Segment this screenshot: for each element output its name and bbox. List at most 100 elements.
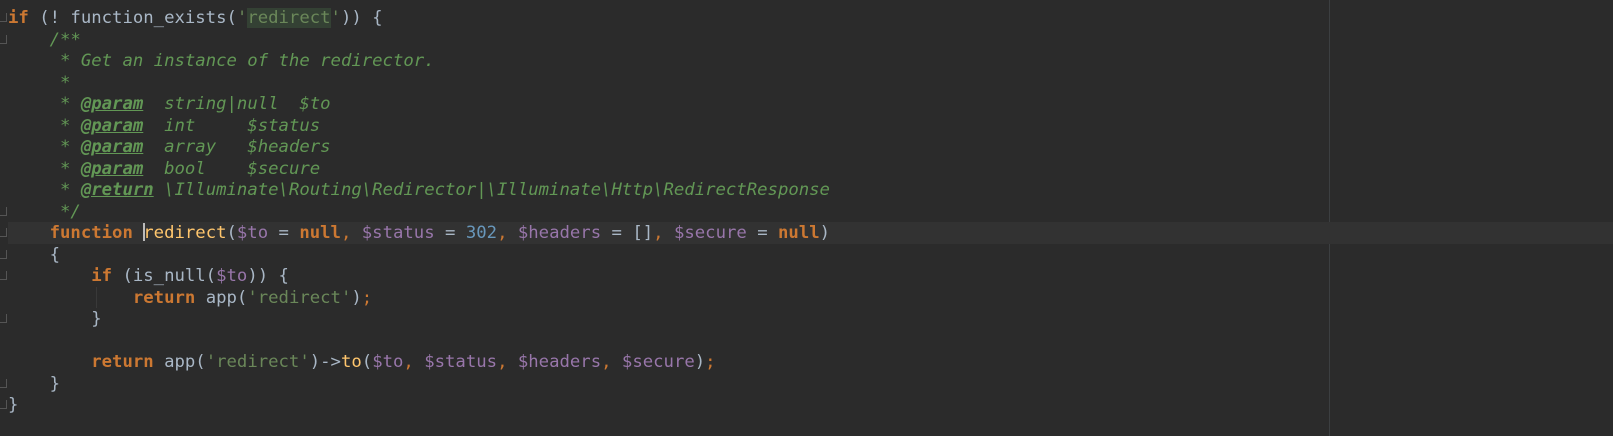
fold-marker-icon[interactable] xyxy=(0,206,7,216)
code-line[interactable]: * @return \Illuminate\Routing\Redirector… xyxy=(8,179,1613,201)
code-token: $secure xyxy=(621,352,695,372)
code-token: @param xyxy=(80,137,144,157)
code-token: @param xyxy=(80,94,144,114)
code-token: )) { xyxy=(340,8,383,28)
code-token: , xyxy=(653,223,674,243)
code-token: * xyxy=(60,158,81,179)
code-line[interactable]: } xyxy=(8,373,1613,395)
code-line[interactable]: * @param array $headers xyxy=(8,136,1613,158)
code-token: array $headers xyxy=(143,137,331,157)
code-token: null xyxy=(778,223,820,243)
code-token: null xyxy=(299,223,341,243)
code-line[interactable]: } xyxy=(8,394,1613,416)
code-line[interactable]: * xyxy=(8,72,1613,94)
fold-marker-icon[interactable] xyxy=(0,378,7,388)
code-token: = xyxy=(268,223,300,243)
code-token: string|null $to xyxy=(143,94,331,114)
code-token: $status xyxy=(424,352,498,372)
fold-marker-icon[interactable] xyxy=(0,228,7,237)
indent-guide xyxy=(96,286,97,308)
code-token: function xyxy=(49,223,133,243)
code-token: int $status xyxy=(143,115,321,136)
code-token: ) xyxy=(819,223,831,243)
code-token: ; xyxy=(361,287,373,308)
code-token: * xyxy=(60,115,81,136)
code-token: } xyxy=(8,309,102,329)
code-token: ( xyxy=(361,352,373,372)
code-line[interactable]: */ xyxy=(8,201,1613,223)
code-token: /** xyxy=(49,29,81,50)
code-token: , xyxy=(497,352,518,372)
fold-marker-icon[interactable] xyxy=(0,400,7,409)
code-token: * Get an instance of the redirector. xyxy=(60,51,435,71)
code-token: redirect xyxy=(247,8,331,28)
code-line[interactable]: * @param string|null $to xyxy=(8,93,1613,115)
fold-gutter xyxy=(0,0,8,436)
code-line[interactable] xyxy=(8,330,1613,352)
code-line[interactable]: { xyxy=(8,244,1613,266)
fold-marker-icon[interactable] xyxy=(0,34,7,44)
code-token: * xyxy=(60,137,81,157)
code-token: app( xyxy=(195,287,248,308)
code-token: redirect xyxy=(143,223,227,243)
code-token: bool $secure xyxy=(143,158,321,179)
code-line[interactable]: return app('redirect')->to($to, $status,… xyxy=(8,351,1613,373)
code-token: * xyxy=(60,180,81,200)
code-token: return xyxy=(132,287,196,308)
code-line[interactable]: /** xyxy=(8,29,1613,51)
code-token: $headers xyxy=(517,223,602,243)
code-line[interactable]: * @param bool $secure xyxy=(8,158,1613,180)
code-token: ' xyxy=(330,8,341,28)
fold-marker-icon[interactable] xyxy=(0,271,7,280)
code-line[interactable]: * Get an instance of the redirector. xyxy=(8,50,1613,72)
code-token: return xyxy=(91,352,154,372)
code-token: ) xyxy=(351,287,362,308)
code-token: * xyxy=(60,72,71,93)
code-token: , xyxy=(403,352,425,372)
code-token: app( xyxy=(153,352,206,372)
code-token: @param xyxy=(80,115,144,136)
code-token: $to xyxy=(372,352,404,372)
code-token: = xyxy=(434,223,466,243)
code-line[interactable]: } xyxy=(8,308,1613,330)
code-token: )) { xyxy=(247,266,289,286)
code-token: )-> xyxy=(309,352,341,372)
fold-marker-icon[interactable] xyxy=(0,314,7,323)
code-token: = [] xyxy=(601,223,654,243)
code-token: } xyxy=(8,373,61,394)
code-line[interactable]: if (is_null($to)) { xyxy=(8,265,1613,287)
code-token: ' xyxy=(236,8,248,28)
code-token: } xyxy=(8,395,19,415)
code-token: to xyxy=(340,352,362,372)
code-editor[interactable]: if (! function_exists('redirect')) { /**… xyxy=(0,0,1613,436)
code-line[interactable]: return app('redirect'); xyxy=(8,287,1613,309)
fold-marker-icon[interactable] xyxy=(0,13,7,22)
current-code-line[interactable]: function redirect($to = null, $status = … xyxy=(8,222,1613,244)
code-line[interactable]: if (! function_exists('redirect')) { xyxy=(8,7,1613,29)
code-token: 'redirect' xyxy=(205,352,310,372)
code-token: */ xyxy=(60,201,81,222)
code-token: $headers xyxy=(517,352,602,372)
fold-marker-icon[interactable] xyxy=(0,249,7,259)
code-token: { xyxy=(8,244,61,265)
code-token: ; xyxy=(705,352,716,372)
code-token: $to xyxy=(236,223,269,243)
code-token: 'redirect' xyxy=(247,287,352,308)
code-line[interactable]: * @param int $status xyxy=(8,115,1613,137)
code-token: * xyxy=(60,94,81,114)
code-token: , xyxy=(497,223,518,243)
code-token: $status xyxy=(361,223,435,243)
code-token: if xyxy=(91,266,113,286)
code-token: ( xyxy=(226,223,237,243)
